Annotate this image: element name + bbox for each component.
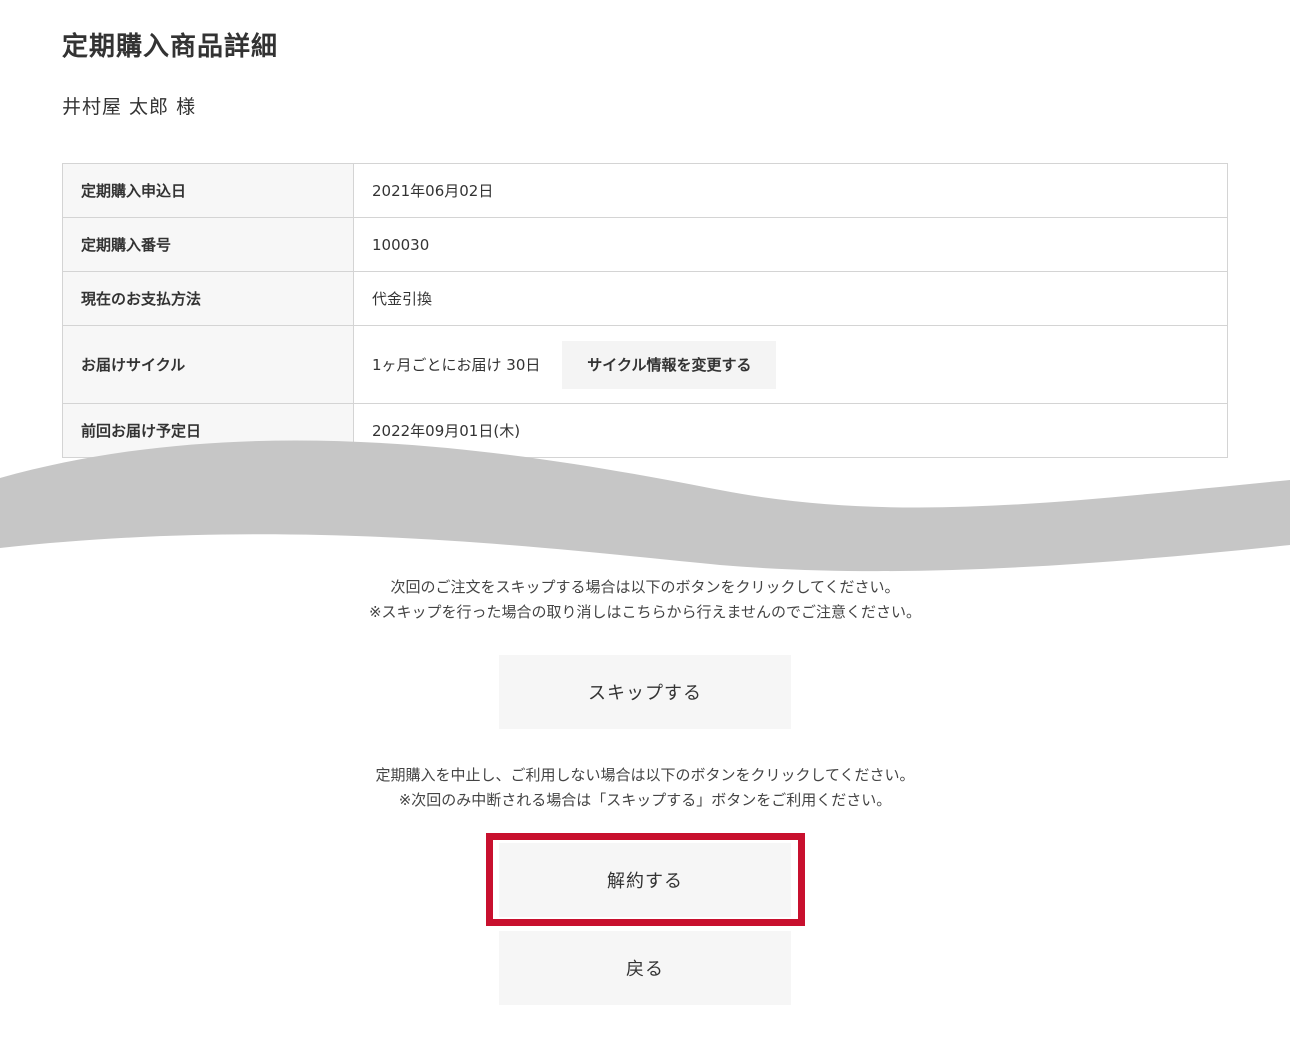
row-label-delivery-cycle: お届けサイクル [62, 325, 354, 404]
page-title: 定期購入商品詳細 [62, 32, 279, 62]
row-label-subscription-number: 定期購入番号 [62, 217, 354, 272]
row-label-application-date: 定期購入申込日 [62, 163, 354, 218]
row-label-payment-method: 現在のお支払方法 [62, 271, 354, 326]
wave-band [0, 440, 1290, 572]
row-value-delivery-cycle: 1ヶ月ごとにお届け 30日 サイクル情報を変更する [353, 325, 1228, 404]
table-row: お届けサイクル 1ヶ月ごとにお届け 30日 サイクル情報を変更する [62, 325, 1228, 404]
back-button[interactable]: 戻る [499, 931, 791, 1005]
skip-notice-line: 次回のご注文をスキップする場合は以下のボタンをクリックしてください。 [390, 578, 900, 596]
table-row: 現在のお支払方法 代金引換 [62, 271, 1228, 326]
change-cycle-button[interactable]: サイクル情報を変更する [562, 340, 777, 389]
wave-divider [0, 440, 1290, 572]
skip-notice-line: ※スキップを行った場合の取り消しはこちらから行えませんのでご注意ください。 [368, 603, 922, 621]
customer-name: 井村屋 太郎 様 [62, 96, 197, 118]
cancel-notice: 定期購入を中止し、ご利用しない場合は以下のボタンをクリックしてください。 ※次回… [0, 763, 1290, 813]
table-row: 定期購入申込日 2021年06月02日 [62, 163, 1228, 218]
row-value-application-date: 2021年06月02日 [353, 163, 1228, 218]
cancel-notice-line: ※次回のみ中断される場合は「スキップする」ボタンをご利用ください。 [398, 791, 892, 809]
skip-button[interactable]: スキップする [499, 655, 791, 729]
skip-notice: 次回のご注文をスキップする場合は以下のボタンをクリックしてください。 ※スキップ… [0, 575, 1290, 625]
table-row: 定期購入番号 100030 [62, 217, 1228, 272]
delivery-cycle-text: 1ヶ月ごとにお届け 30日 [372, 356, 541, 374]
subscription-detail-table: 定期購入申込日 2021年06月02日 定期購入番号 100030 現在のお支払… [62, 163, 1228, 458]
cancel-subscription-button[interactable]: 解約する [499, 843, 791, 917]
cancel-notice-line: 定期購入を中止し、ご利用しない場合は以下のボタンをクリックしてください。 [375, 766, 915, 784]
subscription-detail-page: 定期購入商品詳細 井村屋 太郎 様 定期購入申込日 2021年06月02日 定期… [0, 0, 1290, 1043]
row-value-payment-method: 代金引換 [353, 271, 1228, 326]
row-value-subscription-number: 100030 [353, 217, 1228, 272]
